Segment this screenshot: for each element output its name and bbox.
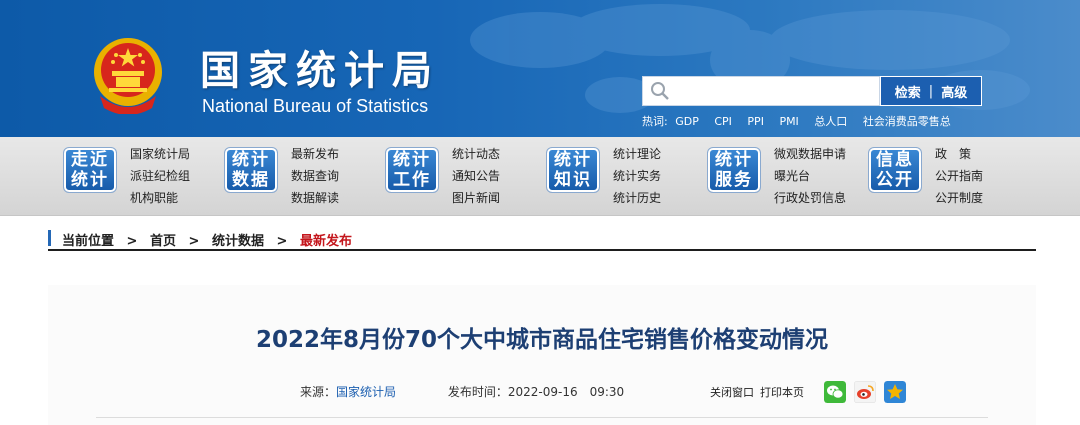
nav-badge-line: 统计 [715, 150, 753, 170]
hot-word-link[interactable]: PPI [747, 115, 764, 128]
hot-words: 热词: GDP CPI PPI PMI 总人口 社会消费品零售总 [642, 113, 963, 129]
nav-links: 统计动态 通知公告 图片新闻 [452, 143, 500, 209]
source-label: 来源： [300, 385, 337, 399]
nav-badge-line: 信息 [876, 150, 914, 170]
weibo-icon[interactable] [854, 381, 876, 403]
nav-badge-line: 工作 [393, 170, 431, 190]
nav-badge-line: 服务 [715, 170, 753, 190]
nav-badge-line: 统计 [71, 170, 109, 190]
site-header: 国家统计局 National Bureau of Statistics 检索 |… [0, 0, 1080, 137]
nav-badge-work[interactable]: 统计 工作 [386, 148, 438, 192]
nav-link[interactable]: 统计理论 [613, 143, 661, 165]
publish-time-value: 2022-09-16 09:30 [507, 385, 625, 399]
article-actions: 关闭窗口 打印本页 [710, 381, 906, 403]
article-panel: 2022年8月份70个大中城市商品住宅销售价格变动情况 来源：国家统计局 发布时… [48, 285, 1036, 425]
nav-links: 统计理论 统计实务 统计历史 [613, 143, 661, 209]
article-title: 2022年8月份70个大中城市商品住宅销售价格变动情况 [255, 327, 829, 353]
nav-link[interactable]: 统计动态 [452, 143, 500, 165]
breadcrumb-items: 当前位置 > 首页 > 统计数据 > 最新发布 [62, 230, 360, 249]
breadcrumb-statistics[interactable]: 统计数据 [212, 234, 264, 249]
site-title-en: National Bureau of Statistics [202, 96, 429, 116]
hot-word-link[interactable]: 总人口 [814, 115, 847, 128]
nav-badge-about[interactable]: 走近 统计 [64, 148, 116, 192]
nav-link[interactable]: 曝光台 [774, 165, 846, 187]
wechat-icon[interactable] [824, 381, 846, 403]
nav-link[interactable]: 派驻纪检组 [130, 165, 190, 187]
hot-words-label: 热词: [642, 115, 668, 128]
advanced-search-button[interactable]: 高级 [941, 82, 967, 101]
nav-links: 最新发布 数据查询 数据解读 [291, 143, 339, 209]
nav-badge-line: 走近 [71, 150, 109, 170]
star-icon[interactable] [884, 381, 906, 403]
nav-link[interactable]: 微观数据申请 [774, 143, 846, 165]
nav-badge-line: 统计 [393, 150, 431, 170]
nav-link[interactable]: 公开制度 [935, 187, 983, 209]
search-box: 检索 | 高级 [642, 76, 982, 106]
breadcrumb-current[interactable]: 最新发布 [300, 234, 352, 249]
nav-links: 政 策 公开指南 公开制度 [935, 143, 983, 209]
publish-time-label: 发布时间： [447, 385, 508, 399]
nav-link[interactable]: 数据查询 [291, 165, 339, 187]
nav-link[interactable]: 数据解读 [291, 187, 339, 209]
breadcrumb-home[interactable]: 首页 [150, 234, 176, 249]
search-input[interactable] [642, 76, 880, 106]
hot-word-link[interactable]: GDP [675, 115, 699, 128]
nav-link[interactable]: 通知公告 [452, 165, 500, 187]
breadcrumb-separator: > [276, 234, 288, 249]
nav-links: 微观数据申请 曝光台 行政处罚信息 [774, 143, 846, 209]
nav-badge-disclosure[interactable]: 信息 公开 [869, 148, 921, 192]
nav-link[interactable]: 统计实务 [613, 165, 661, 187]
nav-badge-line: 统计 [232, 150, 270, 170]
site-title-cn: 国家统计局 [200, 47, 440, 94]
nav-link[interactable]: 最新发布 [291, 143, 339, 165]
breadcrumb: 当前位置 > 首页 > 统计数据 > 最新发布 [48, 224, 1036, 251]
nav-link[interactable]: 国家统计局 [130, 143, 190, 165]
hot-word-link[interactable]: CPI [714, 115, 732, 128]
source-value: 国家统计局 [336, 385, 397, 399]
close-window-button[interactable]: 关闭窗口 [710, 384, 754, 400]
search-button-group: 检索 | 高级 [880, 76, 982, 106]
nav-link[interactable]: 统计历史 [613, 187, 661, 209]
breadcrumb-label: 当前位置 [62, 234, 115, 249]
nav-link[interactable]: 图片新闻 [452, 187, 500, 209]
nav-links: 国家统计局 派驻纪检组 机构职能 [130, 143, 190, 209]
nav-badge-line: 统计 [554, 150, 592, 170]
search-button[interactable]: 检索 [895, 82, 921, 101]
nav-badge-line: 数据 [232, 170, 270, 190]
nav-link[interactable]: 政 策 [935, 143, 983, 165]
article-meta: 来源：国家统计局 发布时间：2022-09-16 09:30 [300, 383, 624, 400]
hot-word-link[interactable]: 社会消费品零售总 [863, 115, 951, 128]
nav-badge-service[interactable]: 统计 服务 [708, 148, 760, 192]
hot-word-link[interactable]: PMI [779, 115, 798, 128]
national-emblem-icon [94, 38, 162, 114]
nav-link[interactable]: 公开指南 [935, 165, 983, 187]
nav-link[interactable]: 行政处罚信息 [774, 187, 846, 209]
breadcrumb-separator: > [126, 234, 138, 249]
nav-badge-knowledge[interactable]: 统计 知识 [547, 148, 599, 192]
print-page-button[interactable]: 打印本页 [760, 384, 804, 400]
breadcrumb-marker [48, 230, 51, 246]
nav-link[interactable]: 机构职能 [130, 187, 190, 209]
main-nav: 走近 统计 国家统计局 派驻纪检组 机构职能 统计 数据 最新发布 数据查询 数… [0, 137, 1080, 216]
search-separator: | [928, 83, 934, 99]
nav-badge-line: 公开 [876, 170, 914, 190]
breadcrumb-separator: > [188, 234, 200, 249]
nav-badge-data[interactable]: 统计 数据 [225, 148, 277, 192]
content-divider [96, 417, 988, 418]
nav-badge-line: 知识 [554, 170, 592, 190]
search-icon [651, 82, 669, 100]
